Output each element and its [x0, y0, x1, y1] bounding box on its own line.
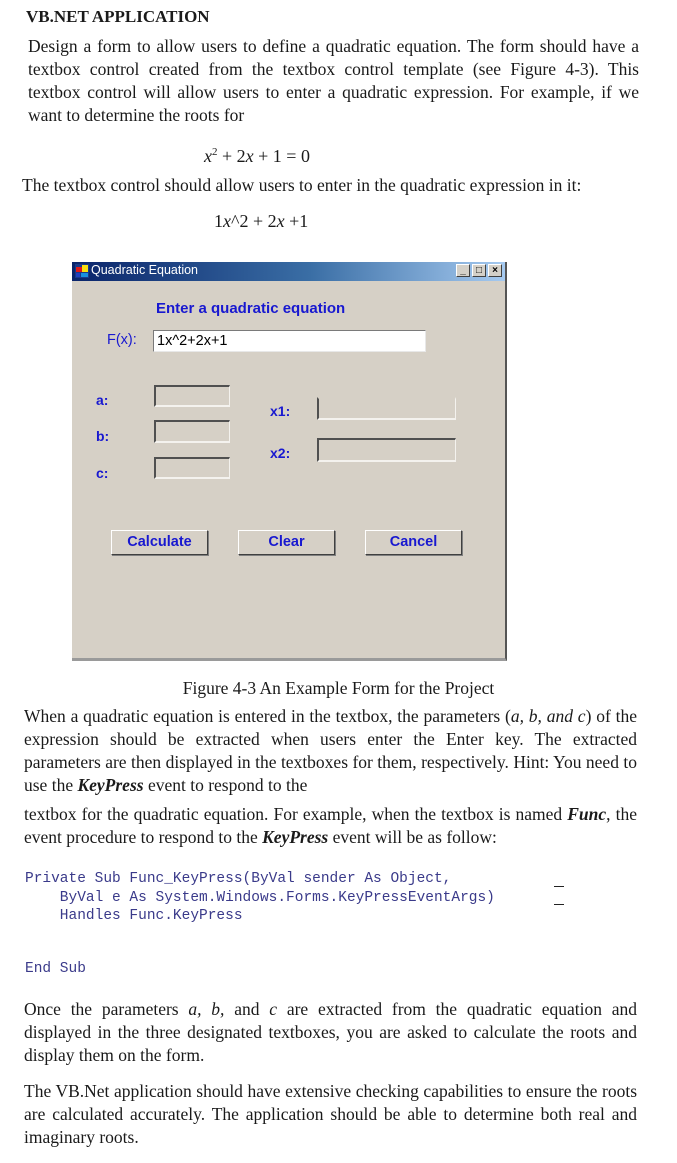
- text: event to respond to the: [143, 775, 308, 795]
- code-block: Private Sub Func_KeyPress(ByVal sender A…: [25, 870, 495, 926]
- c-label: c:: [96, 465, 109, 481]
- document-heading: VB.NET APPLICATION: [26, 7, 210, 26]
- text: textbox for the quadratic equation. For …: [24, 804, 568, 824]
- intro-paragraph: Design a form to allow users to define a…: [28, 36, 639, 125]
- equation-entry-example: 1x^2 + 2x +1: [214, 211, 308, 232]
- window-title: Quadratic Equation: [91, 263, 199, 277]
- eq-var: x: [276, 211, 285, 231]
- clear-button[interactable]: Clear: [238, 530, 335, 555]
- fx-label: F(x):: [107, 332, 137, 348]
- x2-textbox[interactable]: [317, 438, 456, 462]
- code-line: ByVal e As System.Windows.Forms.KeyPress…: [25, 889, 495, 906]
- text: event will be as follow:: [328, 827, 497, 847]
- eq-var: x: [223, 211, 231, 231]
- quadratic-equation-window: Quadratic Equation _ □ × Enter a quadrat…: [72, 262, 507, 661]
- close-button[interactable]: ×: [488, 264, 502, 277]
- text: and: [224, 999, 270, 1019]
- text: Once the parameters: [24, 999, 189, 1019]
- prompt-label: Enter a quadratic equation: [156, 300, 346, 317]
- maximize-button[interactable]: □: [472, 264, 486, 277]
- minimize-button[interactable]: _: [456, 264, 470, 277]
- code-line: Handles Func.KeyPress: [25, 908, 243, 924]
- line-continuation-mark: [554, 886, 564, 887]
- a-label: a:: [96, 392, 109, 408]
- a-textbox[interactable]: [154, 385, 230, 407]
- italic-text: c: [269, 999, 278, 1019]
- extraction-paragraph: When a quadratic equation is entered in …: [24, 705, 637, 797]
- func-input[interactable]: [153, 330, 426, 352]
- eq-part: + 2: [217, 146, 246, 166]
- x2-label: x2:: [270, 445, 291, 461]
- b-label: b:: [96, 428, 110, 444]
- eq-part: ^2 + 2: [231, 211, 277, 231]
- text: When a quadratic equation is entered in …: [24, 706, 511, 726]
- bold-italic-text: Func: [567, 804, 607, 824]
- keypress-paragraph: textbox for the quadratic equation. For …: [24, 803, 637, 849]
- eq-var: x: [204, 146, 212, 166]
- eq-var: x: [245, 146, 254, 166]
- figure-caption: Figure 4-3 An Example Form for the Proje…: [182, 678, 495, 698]
- bold-italic-text: KeyPress: [262, 827, 329, 847]
- italic-text: a, b,: [188, 999, 225, 1019]
- c-textbox[interactable]: [154, 457, 230, 479]
- bold-italic-text: KeyPress: [77, 775, 144, 795]
- code-line: Private Sub Func_KeyPress(ByVal sender A…: [25, 871, 452, 887]
- eq-part: 1: [214, 211, 223, 231]
- eq-part: + 1 = 0: [253, 146, 310, 166]
- x1-label: x1:: [270, 403, 291, 419]
- line-continuation-mark: [554, 904, 564, 905]
- cancel-button[interactable]: Cancel: [365, 530, 462, 555]
- equation-display: x2 + 2x + 1 = 0: [204, 146, 310, 167]
- app-icon: [75, 264, 89, 278]
- title-bar[interactable]: Quadratic Equation _ □ ×: [72, 262, 505, 281]
- calculate-button[interactable]: Calculate: [111, 530, 208, 555]
- checking-paragraph: The VB.Net application should have exten…: [24, 1081, 637, 1147]
- eq-part: +1: [284, 211, 309, 231]
- code-end-sub: End Sub: [25, 961, 86, 977]
- b-textbox[interactable]: [154, 420, 230, 443]
- italic-text: a, b, and c: [510, 706, 586, 726]
- entry-paragraph: The textbox control should allow users t…: [22, 175, 582, 195]
- x1-textbox[interactable]: [317, 397, 456, 420]
- roots-paragraph: Once the parameters a, b, and c are extr…: [24, 998, 637, 1067]
